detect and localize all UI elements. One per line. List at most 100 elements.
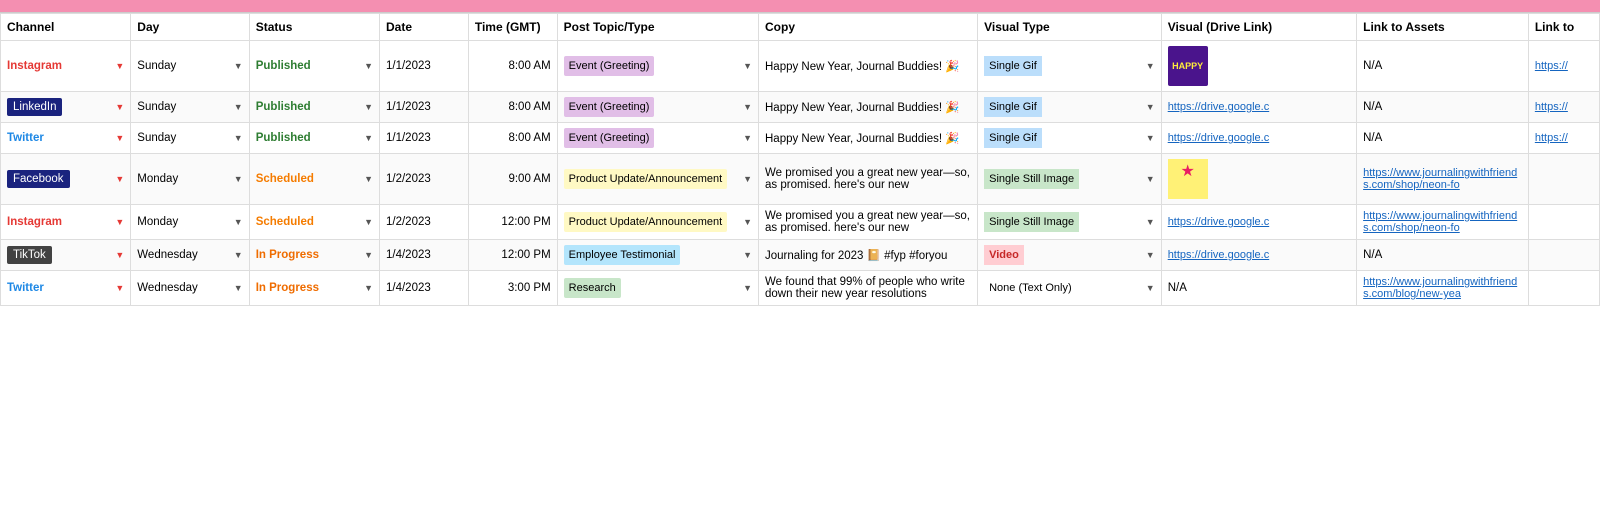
topic-dropdown-arrow[interactable]: ▼ [743,174,752,184]
table-row: Instagram▼Monday▼Scheduled▼1/2/202312:00… [1,205,1600,240]
day-dropdown-arrow[interactable]: ▼ [234,283,243,293]
date-cell: 1/1/2023 [380,92,469,123]
date-cell: 1/2/2023 [380,154,469,205]
thumbnail-neon: ★ [1168,159,1208,199]
status-dropdown-arrow[interactable]: ▼ [364,102,373,112]
topic-cell: Research▼ [557,271,758,306]
topic-dropdown-arrow[interactable]: ▼ [743,133,752,143]
channel-label: Twitter [7,282,44,294]
day-cell: Monday▼ [131,205,249,240]
linkto-link[interactable]: https:// [1535,101,1568,113]
channel-label: TikTok [7,246,52,264]
visual-type-cell: Single Gif ▼ [978,92,1162,123]
thumbnail-2023: HAPPY NEW YEAR 2023 [1168,46,1208,86]
status-label: Published [256,101,311,113]
status-dropdown-arrow[interactable]: ▼ [364,283,373,293]
drive-link[interactable]: https://drive.google.c [1168,249,1270,261]
drive-link[interactable]: https://drive.google.c [1168,101,1270,113]
visual-type-label: Single Gif [984,97,1042,117]
topic-label: Product Update/Announcement [564,212,728,232]
linkto-cell [1528,205,1599,240]
channel-dropdown-arrow[interactable]: ▼ [115,283,124,293]
col-header-visual-type: Visual Type [978,14,1162,41]
status-dropdown-arrow[interactable]: ▼ [364,61,373,71]
topic-cell: Product Update/Announcement ▼ [557,205,758,240]
day-dropdown-arrow[interactable]: ▼ [234,102,243,112]
status-dropdown-arrow[interactable]: ▼ [364,133,373,143]
channel-dropdown-arrow[interactable]: ▼ [115,61,124,71]
day-cell: Sunday▼ [131,123,249,154]
status-cell: Published▼ [249,41,379,92]
topic-cell: Event (Greeting)▼ [557,123,758,154]
assets-link[interactable]: https://www.journalingwithfriends.com/sh… [1363,167,1517,191]
topic-dropdown-arrow[interactable]: ▼ [743,250,752,260]
visual-dropdown-arrow[interactable]: ▼ [1146,102,1155,112]
copy-cell: Happy New Year, Journal Buddies! 🎉 [759,41,978,92]
linkto-link[interactable]: https:// [1535,60,1568,72]
day-dropdown-arrow[interactable]: ▼ [234,217,243,227]
channel-cell: Instagram▼ [1,205,131,240]
visual-dropdown-arrow[interactable]: ▼ [1146,174,1155,184]
topic-cell: Event (Greeting)▼ [557,92,758,123]
drive-link[interactable]: https://drive.google.c [1168,132,1270,144]
day-label: Sunday [137,101,176,113]
day-label: Monday [137,173,178,185]
visual-type-label: Single Still Image [984,169,1079,189]
day-dropdown-arrow[interactable]: ▼ [234,133,243,143]
day-dropdown-arrow[interactable]: ▼ [234,250,243,260]
linkto-cell [1528,154,1599,205]
topic-dropdown-arrow[interactable]: ▼ [743,61,752,71]
day-dropdown-arrow[interactable]: ▼ [234,61,243,71]
col-header-time--gmt-: Time (GMT) [468,14,557,41]
status-dropdown-arrow[interactable]: ▼ [364,174,373,184]
visual-dropdown-arrow[interactable]: ▼ [1146,133,1155,143]
linkto-cell: https:// [1528,92,1599,123]
visual-dropdown-arrow[interactable]: ▼ [1146,250,1155,260]
status-dropdown-arrow[interactable]: ▼ [364,250,373,260]
channel-dropdown-arrow[interactable]: ▼ [115,250,124,260]
channel-dropdown-arrow[interactable]: ▼ [115,217,124,227]
status-label: In Progress [256,249,319,261]
visual-drive-cell: https://drive.google.c [1161,123,1356,154]
channel-dropdown-arrow[interactable]: ▼ [115,174,124,184]
assets-link[interactable]: https://www.journalingwithfriends.com/sh… [1363,210,1517,234]
channel-cell: Twitter ▼ [1,271,131,306]
time-cell: 8:00 AM [468,92,557,123]
date-cell: 1/1/2023 [380,123,469,154]
col-header-status: Status [249,14,379,41]
topic-dropdown-arrow[interactable]: ▼ [743,217,752,227]
day-cell: Wednesday▼ [131,240,249,271]
topic-cell: Employee Testimonial▼ [557,240,758,271]
time-cell: 12:00 PM [468,205,557,240]
day-dropdown-arrow[interactable]: ▼ [234,174,243,184]
channel-dropdown-arrow[interactable]: ▼ [115,133,124,143]
channel-label: LinkedIn [7,98,62,116]
visual-type-label: Video [984,245,1024,265]
visual-drive-cell: N/A [1161,271,1356,306]
topic-dropdown-arrow[interactable]: ▼ [743,283,752,293]
status-cell: In Progress ▼ [249,240,379,271]
status-dropdown-arrow[interactable]: ▼ [364,217,373,227]
status-label: Scheduled [256,173,314,185]
col-header-day: Day [131,14,249,41]
assets-cell: N/A [1357,240,1529,271]
visual-dropdown-arrow[interactable]: ▼ [1146,61,1155,71]
visual-type-label: Single Still Image [984,212,1079,232]
visual-dropdown-arrow[interactable]: ▼ [1146,283,1155,293]
channel-dropdown-arrow[interactable]: ▼ [115,102,124,112]
visual-dropdown-arrow[interactable]: ▼ [1146,217,1155,227]
col-header-post-topic-type: Post Topic/Type [557,14,758,41]
copy-cell: Happy New Year, Journal Buddies! 🎉 [759,123,978,154]
visual-type-cell: Single Gif▼ [978,41,1162,92]
linkto-cell: https:// [1528,123,1599,154]
channel-cell: Twitter ▼ [1,123,131,154]
channel-label: Instagram [7,60,62,72]
linkto-link[interactable]: https:// [1535,132,1568,144]
status-cell: Published ▼ [249,92,379,123]
topic-dropdown-arrow[interactable]: ▼ [743,102,752,112]
channel-label: Twitter [7,132,44,144]
assets-link[interactable]: https://www.journalingwithfriends.com/bl… [1363,276,1517,300]
drive-link[interactable]: https://drive.google.c [1168,216,1270,228]
visual-drive-cell: HAPPY NEW YEAR 2023 [1161,41,1356,92]
week-header [0,0,1600,13]
